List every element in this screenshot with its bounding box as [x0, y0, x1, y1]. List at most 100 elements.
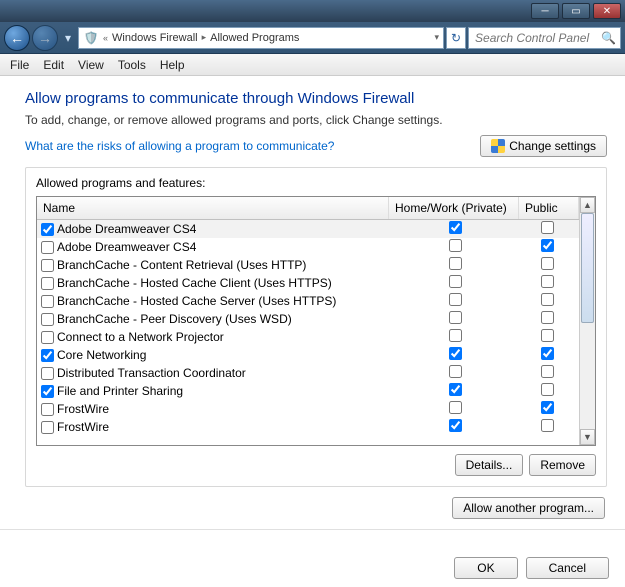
table-row[interactable]: Adobe Dreamweaver CS4	[37, 238, 579, 256]
homework-checkbox[interactable]	[449, 275, 462, 288]
enable-checkbox[interactable]	[41, 277, 54, 290]
breadcrumb-seg-2[interactable]: Allowed Programs	[210, 32, 299, 44]
enable-checkbox[interactable]	[41, 295, 54, 308]
maximize-button[interactable]: ▭	[562, 3, 590, 19]
scroll-track[interactable]	[580, 213, 595, 429]
minimize-button[interactable]: ─	[531, 3, 559, 19]
public-checkbox[interactable]	[541, 419, 554, 432]
public-checkbox[interactable]	[541, 275, 554, 288]
main-content: Allow programs to communicate through Wi…	[0, 76, 625, 540]
homework-checkbox[interactable]	[449, 401, 462, 414]
homework-checkbox[interactable]	[449, 383, 462, 396]
dropdown-history-icon[interactable]: ▾	[60, 30, 76, 46]
enable-checkbox[interactable]	[41, 385, 54, 398]
search-input[interactable]	[473, 30, 601, 46]
program-name: FrostWire	[57, 402, 109, 416]
enable-checkbox[interactable]	[41, 313, 54, 326]
enable-checkbox[interactable]	[41, 421, 54, 434]
public-checkbox[interactable]	[541, 239, 554, 252]
arrow-right-icon: →	[38, 30, 52, 46]
public-checkbox[interactable]	[541, 221, 554, 234]
table-row[interactable]: BranchCache - Hosted Cache Client (Uses …	[37, 274, 579, 292]
public-checkbox[interactable]	[541, 311, 554, 324]
program-name: BranchCache - Hosted Cache Server (Uses …	[57, 294, 336, 308]
table-row[interactable]: File and Printer Sharing	[37, 382, 579, 400]
ok-button[interactable]: OK	[454, 557, 517, 579]
forward-button[interactable]: →	[32, 25, 58, 51]
public-checkbox[interactable]	[541, 329, 554, 342]
table-body: Adobe Dreamweaver CS4 Adobe Dreamweaver C…	[37, 220, 579, 445]
scroll-thumb[interactable]	[581, 213, 594, 323]
public-checkbox[interactable]	[541, 365, 554, 378]
details-button[interactable]: Details...	[455, 454, 524, 476]
scroll-up-icon[interactable]: ▲	[580, 197, 595, 213]
table-row[interactable]: Adobe Dreamweaver CS4	[37, 220, 579, 238]
homework-checkbox[interactable]	[449, 239, 462, 252]
homework-checkbox[interactable]	[449, 347, 462, 360]
allow-another-program-button[interactable]: Allow another program...	[452, 497, 605, 519]
enable-checkbox[interactable]	[41, 259, 54, 272]
public-checkbox[interactable]	[541, 401, 554, 414]
table-row[interactable]: BranchCache - Content Retrieval (Uses HT…	[37, 256, 579, 274]
homework-checkbox[interactable]	[449, 311, 462, 324]
menu-tools[interactable]: Tools	[118, 58, 146, 72]
program-name: BranchCache - Content Retrieval (Uses HT…	[57, 258, 306, 272]
remove-button[interactable]: Remove	[529, 454, 596, 476]
table-row[interactable]: Distributed Transaction Coordinator	[37, 364, 579, 382]
enable-checkbox[interactable]	[41, 223, 54, 236]
search-box[interactable]: 🔍	[468, 27, 621, 49]
table-row[interactable]: BranchCache - Peer Discovery (Uses WSD)	[37, 310, 579, 328]
enable-checkbox[interactable]	[41, 349, 54, 362]
menu-help[interactable]: Help	[160, 58, 185, 72]
program-name: BranchCache - Peer Discovery (Uses WSD)	[57, 312, 292, 326]
table-row[interactable]: FrostWire	[37, 400, 579, 418]
col-name[interactable]: Name	[37, 197, 389, 219]
homework-checkbox[interactable]	[449, 293, 462, 306]
change-settings-button[interactable]: Change settings	[480, 135, 607, 157]
allowed-programs-panel: Allowed programs and features: Name Home…	[25, 167, 607, 487]
enable-checkbox[interactable]	[41, 403, 54, 416]
menu-edit[interactable]: Edit	[43, 58, 64, 72]
breadcrumb-chevron-icon: «	[103, 33, 108, 43]
breadcrumb-seg-1[interactable]: Windows Firewall	[112, 32, 198, 44]
public-checkbox[interactable]	[541, 383, 554, 396]
close-button[interactable]: ✕	[593, 3, 621, 19]
menu-view[interactable]: View	[78, 58, 104, 72]
cancel-button[interactable]: Cancel	[526, 557, 609, 579]
enable-checkbox[interactable]	[41, 241, 54, 254]
refresh-button[interactable]: ↻	[446, 27, 466, 49]
col-homework[interactable]: Home/Work (Private)	[389, 197, 519, 219]
homework-checkbox[interactable]	[449, 365, 462, 378]
table-row[interactable]: BranchCache - Hosted Cache Server (Uses …	[37, 292, 579, 310]
dialog-footer: OK Cancel	[454, 557, 609, 579]
col-public[interactable]: Public	[519, 197, 579, 219]
shield-icon	[491, 139, 505, 153]
address-dropdown-icon[interactable]: ▾	[434, 32, 439, 43]
table-header: Name Home/Work (Private) Public	[37, 197, 579, 220]
search-icon[interactable]: 🔍	[601, 31, 616, 45]
enable-checkbox[interactable]	[41, 367, 54, 380]
program-name: Adobe Dreamweaver CS4	[57, 222, 196, 236]
scrollbar[interactable]: ▲ ▼	[579, 197, 595, 445]
homework-checkbox[interactable]	[449, 221, 462, 234]
panel-label: Allowed programs and features:	[36, 176, 596, 190]
menu-file[interactable]: File	[10, 58, 29, 72]
homework-checkbox[interactable]	[449, 257, 462, 270]
table-row[interactable]: Core Networking	[37, 346, 579, 364]
risk-link[interactable]: What are the risks of allowing a program…	[25, 139, 334, 153]
program-name: Distributed Transaction Coordinator	[57, 366, 246, 380]
homework-checkbox[interactable]	[449, 419, 462, 432]
table-row[interactable]: FrostWire	[37, 418, 579, 436]
program-name: Connect to a Network Projector	[57, 330, 224, 344]
program-name: File and Printer Sharing	[57, 384, 183, 398]
menu-bar: File Edit View Tools Help	[0, 54, 625, 76]
homework-checkbox[interactable]	[449, 329, 462, 342]
enable-checkbox[interactable]	[41, 331, 54, 344]
public-checkbox[interactable]	[541, 347, 554, 360]
table-row[interactable]: Connect to a Network Projector	[37, 328, 579, 346]
scroll-down-icon[interactable]: ▼	[580, 429, 595, 445]
public-checkbox[interactable]	[541, 293, 554, 306]
public-checkbox[interactable]	[541, 257, 554, 270]
back-button[interactable]: ←	[4, 25, 30, 51]
address-bar[interactable]: 🛡️ « Windows Firewall ▸ Allowed Programs…	[78, 27, 444, 49]
